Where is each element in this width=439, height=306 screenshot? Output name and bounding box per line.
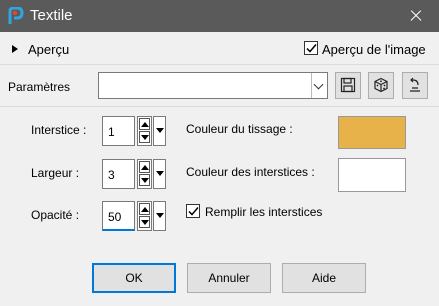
largeur-input[interactable]: 3 [102,159,135,189]
interstice-spinner[interactable]: 1 [102,116,166,146]
opacite-label: Opacité : [31,208,80,222]
opacite-spinner[interactable]: 50 [102,201,166,231]
largeur-spinner[interactable]: 3 [102,159,166,189]
largeur-dropdown-button[interactable] [153,159,166,189]
cancel-button[interactable]: Annuler [187,263,271,293]
interstice-stepper[interactable] [137,116,152,146]
interstice-label: Interstice : [31,123,87,137]
arrow-up-icon[interactable] [139,161,150,173]
weave-color-label: Couleur du tissage : [186,122,293,136]
image-preview-label: Aperçu de l'image [322,42,426,57]
divider [0,64,439,65]
close-icon[interactable] [393,0,439,32]
chevron-down-icon [313,79,324,90]
save-icon [340,77,356,93]
title-bar: Textile [0,0,439,32]
preset-dropdown-button[interactable] [311,73,327,98]
ok-button[interactable]: OK [92,263,176,293]
window-title: Textile [30,7,73,24]
arrow-down-icon[interactable] [139,216,150,228]
save-preset-button[interactable] [335,72,361,99]
interstice-input[interactable]: 1 [102,116,135,146]
gap-color-label: Couleur des interstices : [186,165,315,179]
paintshop-pro-icon [8,7,24,24]
preview-toggle-label: Aperçu [28,42,70,57]
parameters-label: Paramètres [8,80,71,94]
dice-icon [374,77,388,93]
interstice-dropdown-button[interactable] [153,116,166,146]
reset-button[interactable] [402,72,428,99]
arrow-down-icon[interactable] [139,174,150,186]
arrow-up-icon[interactable] [139,118,150,130]
checkmark-icon [188,207,199,216]
fill-gaps-checkbox[interactable] [186,204,200,218]
opacite-stepper[interactable] [137,201,152,231]
arrow-up-icon[interactable] [139,203,150,215]
help-button[interactable]: Aide [282,263,366,293]
image-preview-checkbox[interactable] [304,41,318,55]
largeur-stepper[interactable] [137,159,152,189]
opacite-dropdown-button[interactable] [153,201,166,231]
divider [0,106,439,107]
opacite-input[interactable]: 50 [102,201,135,231]
expand-arrow-icon [12,45,18,53]
largeur-label: Largeur : [31,166,80,180]
preset-combobox[interactable] [98,72,328,99]
randomize-button[interactable] [368,72,394,99]
gap-color-swatch[interactable] [338,158,406,192]
reset-icon [410,77,420,92]
weave-color-swatch[interactable] [338,116,406,149]
checkmark-icon [306,44,317,53]
fill-gaps-label: Remplir les interstices [205,205,323,219]
arrow-down-icon[interactable] [139,131,150,143]
